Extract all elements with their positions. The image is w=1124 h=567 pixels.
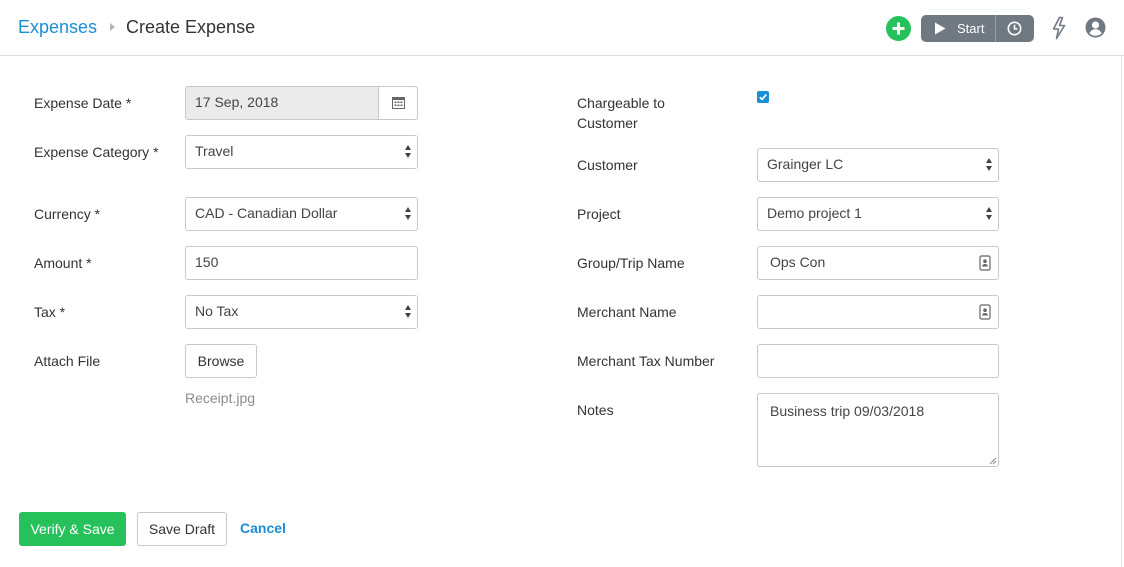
browse-button[interactable]: Browse [185, 344, 257, 378]
calendar-icon [392, 97, 405, 109]
calendar-button[interactable] [378, 87, 417, 119]
merchant-name-label: Merchant Name [577, 304, 677, 320]
contact-card-icon[interactable] [979, 304, 991, 320]
tax-value: No Tax [195, 303, 239, 319]
tax-label: Tax * [34, 304, 66, 320]
chevron-right-icon [110, 23, 115, 31]
plus-icon [892, 22, 905, 35]
select-arrows-icon [405, 207, 412, 221]
save-draft-button[interactable]: Save Draft [137, 512, 227, 546]
customer-value: Grainger LC [767, 156, 844, 172]
amount-input[interactable]: 150 [185, 246, 418, 280]
expense-date-field[interactable]: 17 Sep, 2018 [185, 86, 418, 120]
select-arrows-icon [405, 305, 412, 319]
expense-date-value: 17 Sep, 2018 [195, 94, 279, 110]
currency-label: Currency * [34, 206, 101, 222]
project-label: Project [577, 206, 621, 222]
project-select[interactable]: Demo project 1 [757, 197, 999, 231]
content-border [1121, 56, 1122, 567]
verify-save-button[interactable]: Verify & Save [19, 512, 126, 546]
tax-select[interactable]: No Tax [185, 295, 418, 329]
currency-value: CAD - Canadian Dollar [195, 205, 338, 221]
expense-category-label: Expense Category * [34, 144, 159, 160]
add-button[interactable] [886, 16, 911, 41]
contact-card-icon[interactable] [979, 255, 991, 271]
user-icon[interactable] [1085, 17, 1106, 38]
select-arrows-icon [986, 207, 993, 221]
group-trip-label: Group/Trip Name [577, 255, 685, 271]
customer-select[interactable]: Grainger LC [757, 148, 999, 182]
play-icon [935, 22, 946, 35]
resize-grip-icon[interactable] [989, 457, 997, 465]
expense-date-label: Expense Date * [34, 95, 132, 111]
amount-value: 150 [195, 254, 219, 270]
top-bar: Expenses Create Expense Start [0, 0, 1124, 56]
merchant-name-input[interactable] [757, 295, 999, 329]
timer-group: Start [921, 15, 1034, 42]
page-title: Create Expense [126, 17, 256, 37]
cancel-link[interactable]: Cancel [240, 520, 286, 536]
notes-label: Notes [577, 402, 614, 418]
project-value: Demo project 1 [767, 205, 862, 221]
currency-select[interactable]: CAD - Canadian Dollar [185, 197, 418, 231]
timesheet-button[interactable] [996, 15, 1034, 42]
select-arrows-icon [986, 158, 993, 172]
customer-label: Customer [577, 157, 638, 173]
clock-icon [1007, 21, 1022, 36]
breadcrumb-expenses-link[interactable]: Expenses [18, 17, 97, 38]
chargeable-checkbox[interactable] [757, 91, 769, 103]
notes-textarea[interactable]: Business trip 09/03/2018 [757, 393, 999, 467]
attach-file-label: Attach File [34, 353, 101, 369]
amount-label: Amount * [34, 255, 92, 271]
checkmark-icon [759, 94, 767, 101]
merchant-tax-number-label: Merchant Tax Number [577, 353, 715, 369]
expense-category-value: Travel [195, 143, 234, 159]
merchant-tax-number-input[interactable] [757, 344, 999, 378]
bolt-icon[interactable] [1050, 16, 1068, 40]
start-timer-button[interactable]: Start [921, 15, 995, 42]
group-trip-value: Ops Con [770, 254, 826, 270]
expense-category-select[interactable]: Travel [185, 135, 418, 169]
chargeable-label: Chargeable to Customer [577, 95, 665, 131]
notes-value: Business trip 09/03/2018 [770, 403, 925, 419]
attached-file-name[interactable]: Receipt.jpg [185, 390, 255, 406]
start-label: Start [957, 21, 985, 36]
select-arrows-icon [405, 145, 412, 159]
group-trip-input[interactable]: Ops Con [757, 246, 999, 280]
